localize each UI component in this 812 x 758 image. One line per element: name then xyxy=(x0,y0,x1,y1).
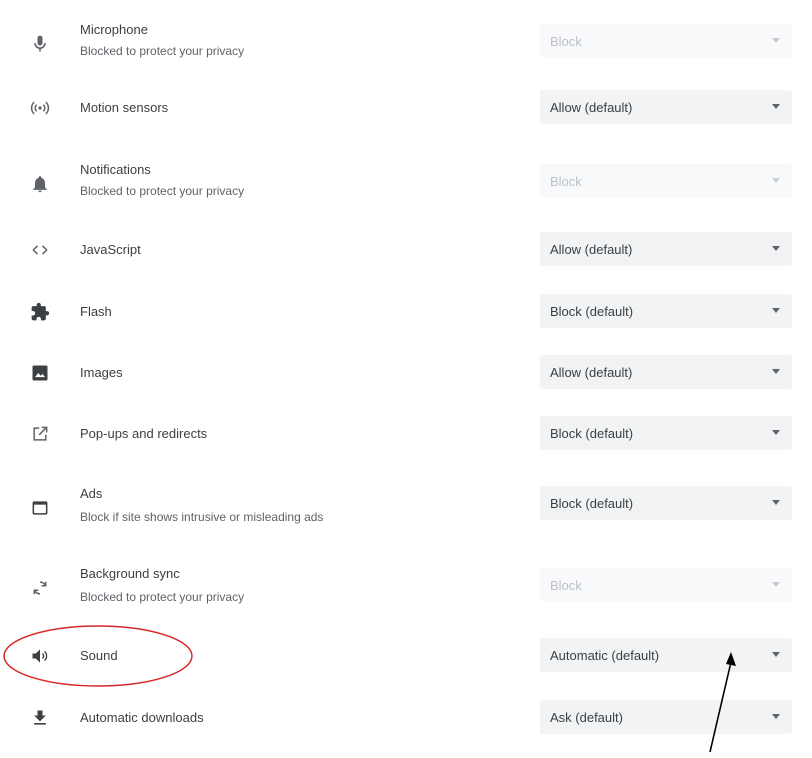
background-sync-select[interactable]: Block xyxy=(540,568,792,602)
permission-title: Pop-ups and redirects xyxy=(80,426,208,441)
chevron-down-icon xyxy=(772,582,780,587)
chevron-down-icon xyxy=(772,652,780,657)
select-value: Block (default) xyxy=(550,495,634,511)
select-value: Block xyxy=(550,173,582,189)
permission-title: JavaScript xyxy=(80,242,141,257)
permission-row-sound: Sound Automatic (default) xyxy=(0,638,812,674)
permission-title: Microphone xyxy=(80,22,148,37)
permission-subtitle: Block if site shows intrusive or mislead… xyxy=(80,510,324,524)
permission-row-ads: Ads Block if site shows intrusive or mis… xyxy=(0,480,812,530)
permission-title: Motion sensors xyxy=(80,100,169,115)
chevron-down-icon xyxy=(772,500,780,505)
chevron-down-icon xyxy=(772,246,780,251)
permission-title: Images xyxy=(80,365,123,380)
select-value: Ask (default) xyxy=(550,709,623,725)
motion-sensors-icon xyxy=(28,96,52,120)
chevron-down-icon xyxy=(772,104,780,109)
flash-select[interactable]: Block (default) xyxy=(540,294,792,328)
permission-row-notifications: Notifications Blocked to protect your pr… xyxy=(0,158,812,208)
select-value: Allow (default) xyxy=(550,364,633,380)
permission-row-images: Images Allow (default) xyxy=(0,355,812,391)
chevron-down-icon xyxy=(772,308,780,313)
permission-subtitle: Blocked to protect your privacy xyxy=(80,44,245,58)
permission-row-flash: Flash Block (default) xyxy=(0,294,812,330)
motion-sensors-select[interactable]: Allow (default) xyxy=(540,90,792,124)
notifications-select[interactable]: Block xyxy=(540,164,792,198)
select-value: Block xyxy=(550,33,582,49)
automatic-downloads-select[interactable]: Ask (default) xyxy=(540,700,792,734)
bell-icon xyxy=(28,172,52,196)
select-value: Block xyxy=(550,577,582,593)
permission-subtitle: Blocked to protect your privacy xyxy=(80,590,245,604)
chevron-down-icon xyxy=(772,369,780,374)
code-icon xyxy=(28,238,52,262)
javascript-select[interactable]: Allow (default) xyxy=(540,232,792,266)
permission-title: Sound xyxy=(80,648,118,663)
volume-icon xyxy=(28,644,52,668)
chevron-down-icon xyxy=(772,178,780,183)
puzzle-icon xyxy=(28,300,52,324)
permission-row-microphone: Microphone Blocked to protect your priva… xyxy=(0,18,812,68)
permission-row-background-sync: Background sync Blocked to protect your … xyxy=(0,560,812,610)
chevron-down-icon xyxy=(772,714,780,719)
permission-title: Background sync xyxy=(80,566,180,581)
ads-select[interactable]: Block (default) xyxy=(540,486,792,520)
sound-select[interactable]: Automatic (default) xyxy=(540,638,792,672)
sync-icon xyxy=(28,576,52,600)
permission-title: Notifications xyxy=(80,162,151,177)
permission-row-motion-sensors: Motion sensors Allow (default) xyxy=(0,90,812,126)
permission-subtitle: Blocked to protect your privacy xyxy=(80,184,245,198)
select-value: Automatic (default) xyxy=(550,647,660,663)
ads-window-icon xyxy=(28,496,52,520)
chevron-down-icon xyxy=(772,38,780,43)
select-value: Allow (default) xyxy=(550,241,633,257)
permission-title: Ads xyxy=(80,486,103,501)
select-value: Allow (default) xyxy=(550,99,633,115)
download-icon xyxy=(28,706,52,730)
select-value: Block (default) xyxy=(550,303,634,319)
open-in-new-icon xyxy=(28,422,52,446)
microphone-icon xyxy=(28,32,52,56)
permission-title: Flash xyxy=(80,304,112,319)
permission-row-javascript: JavaScript Allow (default) xyxy=(0,232,812,268)
permission-row-automatic-downloads: Automatic downloads Ask (default) xyxy=(0,700,812,736)
popups-select[interactable]: Block (default) xyxy=(540,416,792,450)
images-select[interactable]: Allow (default) xyxy=(540,355,792,389)
site-settings-permissions: Microphone Blocked to protect your priva… xyxy=(0,0,812,758)
image-icon xyxy=(28,361,52,385)
permission-row-popups: Pop-ups and redirects Block (default) xyxy=(0,416,812,452)
select-value: Block (default) xyxy=(550,425,634,441)
permission-title: Automatic downloads xyxy=(80,710,204,725)
chevron-down-icon xyxy=(772,430,780,435)
microphone-select[interactable]: Block xyxy=(540,24,792,58)
